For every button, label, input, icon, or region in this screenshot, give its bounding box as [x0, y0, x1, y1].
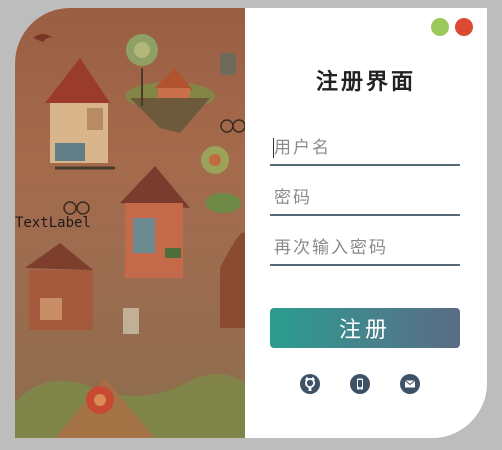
password-input[interactable] [270, 182, 460, 216]
confirm-password-input[interactable] [270, 232, 460, 266]
close-button[interactable] [455, 18, 473, 36]
page-title: 注册界面 [315, 69, 416, 95]
github-icon[interactable] [300, 374, 320, 394]
phone-icon[interactable] [350, 374, 370, 394]
minimize-button[interactable] [431, 18, 449, 36]
text-cursor [273, 138, 274, 158]
register-window: TextLabel 注册界面 注册 [15, 8, 487, 438]
illustration-panel: TextLabel [15, 8, 245, 438]
mail-icon[interactable] [400, 374, 420, 394]
text-label: TextLabel [15, 215, 91, 231]
register-button[interactable]: 注册 [270, 308, 460, 348]
register-form-panel: 注册界面 注册 [245, 8, 487, 438]
social-links [245, 374, 487, 396]
username-input[interactable] [270, 132, 460, 166]
